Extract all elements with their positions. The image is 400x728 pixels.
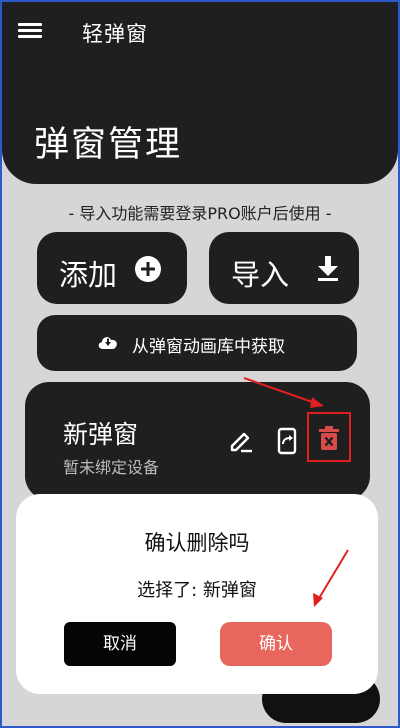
cancel-button[interactable]: 取消 xyxy=(64,622,176,666)
plus-circle-icon xyxy=(135,256,161,282)
edit-icon[interactable] xyxy=(228,427,254,453)
add-label: 添加 xyxy=(59,258,118,292)
hero-header: 弹窗管理 xyxy=(2,62,398,184)
cloud-download-icon xyxy=(98,337,117,349)
animation-library-button[interactable]: 从弹窗动画库中获取 xyxy=(37,315,357,371)
delete-highlight[interactable] xyxy=(307,412,351,462)
app-bar: 轻弹窗 xyxy=(2,2,398,62)
import-button[interactable]: 导入 xyxy=(209,232,359,304)
dialog-message: 选择了: 新弹窗 xyxy=(137,580,257,601)
confirm-delete-dialog: 确认删除吗 选择了: 新弹窗 取消 确认 xyxy=(16,494,378,694)
popup-name: 新弹窗 xyxy=(63,420,139,449)
import-label: 导入 xyxy=(231,258,290,292)
popup-status: 暂未绑定设备 xyxy=(63,458,160,477)
confirm-button[interactable]: 确认 xyxy=(220,622,332,666)
delete-icon xyxy=(319,426,339,450)
import-notice: - 导入功能需要登录PRO账户后使用 - xyxy=(68,204,332,223)
download-icon xyxy=(318,256,338,281)
library-label: 从弹窗动画库中获取 xyxy=(132,337,285,357)
add-button[interactable]: 添加 xyxy=(37,232,187,304)
page-title: 弹窗管理 xyxy=(34,125,183,165)
menu-icon[interactable] xyxy=(18,20,42,44)
popup-card[interactable]: 新弹窗 暂未绑定设备 xyxy=(25,382,370,500)
dialog-title: 确认删除吗 xyxy=(144,531,250,555)
app-title: 轻弹窗 xyxy=(82,22,148,46)
share-icon[interactable] xyxy=(275,427,299,455)
